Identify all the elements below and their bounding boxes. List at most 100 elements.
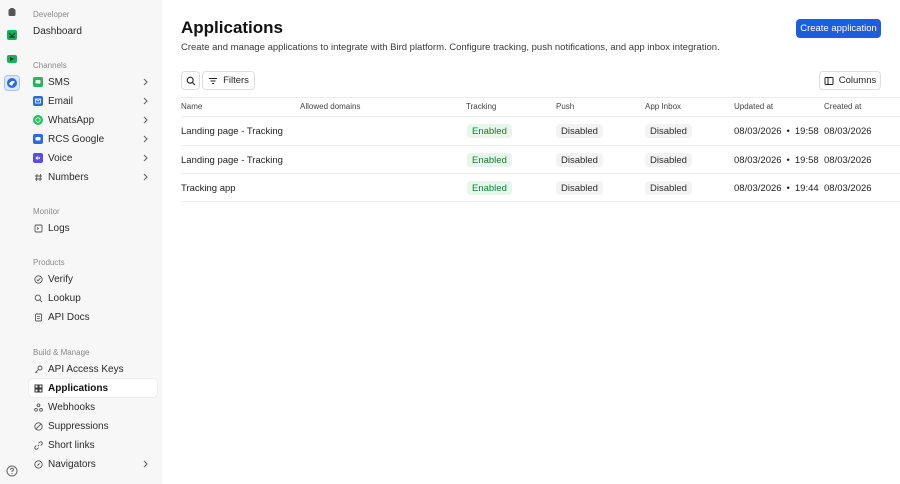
bird-app-icon[interactable] bbox=[4, 75, 20, 91]
section-label-channels: Channels bbox=[33, 61, 67, 70]
sidebar-item-label: WhatsApp bbox=[48, 114, 95, 126]
webhook-icon bbox=[33, 402, 43, 412]
cell-name: Tracking app bbox=[181, 183, 236, 194]
updated-time: 19:58 bbox=[794, 155, 819, 166]
search-icon bbox=[33, 293, 43, 303]
inbox-status-badge: Disabled bbox=[645, 181, 692, 195]
sidebar-item-applications[interactable]: Applications bbox=[29, 379, 157, 397]
channel-icon[interactable] bbox=[4, 27, 20, 43]
table-divider bbox=[181, 173, 900, 174]
grid-icon bbox=[33, 383, 43, 393]
sidebar-item-short-links[interactable]: Short links bbox=[29, 436, 157, 454]
search-icon bbox=[186, 76, 196, 86]
column-header-allowed-domains[interactable]: Allowed domains bbox=[300, 102, 360, 111]
sidebar-item-label: Dashboard bbox=[33, 25, 82, 37]
table-divider bbox=[181, 145, 900, 146]
video-icon[interactable] bbox=[4, 51, 20, 67]
updated-date: 08/03/2026 bbox=[734, 183, 782, 194]
sidebar-item-label: Webhooks bbox=[48, 401, 96, 413]
table-divider bbox=[181, 97, 900, 98]
sidebar-item-label: Voice bbox=[48, 152, 73, 164]
sidebar-item-sms[interactable]: SMS bbox=[29, 73, 157, 91]
main-content: Applications Create and manage applicati… bbox=[162, 0, 900, 484]
column-header-push[interactable]: Push bbox=[556, 102, 574, 111]
cell-updated-at: 08/03/2026 • 19:58 bbox=[734, 155, 819, 166]
cell-name: Landing page - Tracking bbox=[181, 126, 283, 137]
filters-label: Filters bbox=[223, 75, 249, 86]
home-icon[interactable] bbox=[4, 4, 20, 20]
sidebar-item-navigators[interactable]: Navigators bbox=[29, 455, 157, 473]
column-header-app-inbox[interactable]: App Inbox bbox=[645, 102, 681, 111]
sidebar-item-verify[interactable]: Verify bbox=[29, 270, 157, 288]
sidebar-item-label: RCS Google bbox=[48, 133, 105, 145]
page-subtitle: Create and manage applications to integr… bbox=[181, 42, 720, 53]
columns-button[interactable]: Columns bbox=[819, 71, 881, 90]
cell-updated-at: 08/03/2026 • 19:44 bbox=[734, 183, 819, 194]
sidebar-item-whatsapp[interactable]: WhatsApp bbox=[29, 111, 157, 129]
cell-name: Landing page - Tracking bbox=[181, 155, 283, 166]
table-divider bbox=[181, 116, 900, 117]
sidebar-item-api-docs[interactable]: API Docs bbox=[29, 308, 157, 326]
compass-icon bbox=[33, 459, 43, 469]
chevron-right-icon bbox=[143, 78, 148, 86]
section-label-developer: Developer bbox=[33, 10, 70, 19]
link-icon bbox=[33, 440, 43, 450]
hash-icon bbox=[33, 172, 43, 182]
create-application-button[interactable]: Create application bbox=[796, 19, 881, 38]
column-header-updated-at[interactable]: Updated at bbox=[734, 102, 773, 111]
sidebar-item-label: Logs bbox=[48, 222, 70, 234]
push-status-badge: Disabled bbox=[556, 124, 603, 138]
section-label-monitor: Monitor bbox=[33, 207, 60, 216]
sidebar-item-email[interactable]: Email bbox=[29, 92, 157, 110]
sidebar-item-numbers[interactable]: Numbers bbox=[29, 168, 157, 186]
sidebar-item-lookup[interactable]: Lookup bbox=[29, 289, 157, 307]
sidebar-item-label: API Access Keys bbox=[48, 363, 124, 375]
updated-time: 19:58 bbox=[794, 126, 819, 137]
search-button[interactable] bbox=[181, 71, 200, 90]
sidebar-item-rcs-google[interactable]: RCS Google bbox=[29, 130, 157, 148]
cell-created-at: 08/03/2026 bbox=[824, 126, 872, 137]
column-header-tracking[interactable]: Tracking bbox=[466, 102, 496, 111]
sidebar-item-label: API Docs bbox=[48, 311, 90, 323]
sidebar-item-webhooks[interactable]: Webhooks bbox=[29, 398, 157, 416]
columns-icon bbox=[824, 76, 834, 86]
column-header-created-at[interactable]: Created at bbox=[824, 102, 861, 111]
cell-updated-at: 08/03/2026 • 19:58 bbox=[734, 126, 819, 137]
updated-time: 19:44 bbox=[794, 183, 819, 194]
chevron-right-icon bbox=[143, 460, 148, 468]
push-status-badge: Disabled bbox=[556, 153, 603, 167]
sidebar-item-label: Short links bbox=[48, 439, 95, 451]
filters-button[interactable]: Filters bbox=[202, 71, 255, 90]
updated-separator: • bbox=[786, 155, 790, 166]
page-title: Applications bbox=[181, 18, 284, 37]
sidebar-item-label: Applications bbox=[48, 382, 109, 394]
cell-created-at: 08/03/2026 bbox=[824, 183, 872, 194]
cell-created-at: 08/03/2026 bbox=[824, 155, 872, 166]
logs-icon bbox=[33, 223, 43, 233]
sidebar-item-label: Suppressions bbox=[48, 420, 109, 432]
sidebar-item-label: Lookup bbox=[48, 292, 81, 304]
updated-date: 08/03/2026 bbox=[734, 126, 782, 137]
help-icon[interactable] bbox=[6, 464, 18, 477]
sidebar-item-suppressions[interactable]: Suppressions bbox=[29, 417, 157, 435]
sidebar-item-voice[interactable]: Voice bbox=[29, 149, 157, 167]
sidebar-item-api-access-keys[interactable]: API Access Keys bbox=[29, 360, 157, 378]
voice-icon bbox=[33, 153, 43, 163]
updated-separator: • bbox=[786, 126, 790, 137]
column-header-name[interactable]: Name bbox=[181, 102, 202, 111]
sidebar-item-dashboard[interactable]: Dashboard bbox=[29, 22, 157, 40]
key-icon bbox=[33, 364, 43, 374]
tracking-status-badge: Enabled bbox=[467, 124, 512, 138]
sidebar-item-label: Numbers bbox=[48, 171, 89, 183]
chevron-right-icon bbox=[143, 135, 148, 143]
whatsapp-icon bbox=[33, 115, 43, 125]
sidebar-item-label: Verify bbox=[48, 273, 74, 285]
sidebar-item-logs[interactable]: Logs bbox=[29, 219, 157, 237]
chevron-right-icon bbox=[143, 97, 148, 105]
inbox-status-badge: Disabled bbox=[645, 153, 692, 167]
sidebar-item-label: Navigators bbox=[48, 458, 96, 470]
chevron-right-icon bbox=[143, 154, 148, 162]
section-label-build-manage: Build & Manage bbox=[33, 348, 90, 357]
updated-separator: • bbox=[786, 183, 790, 194]
tracking-status-badge: Enabled bbox=[467, 153, 512, 167]
